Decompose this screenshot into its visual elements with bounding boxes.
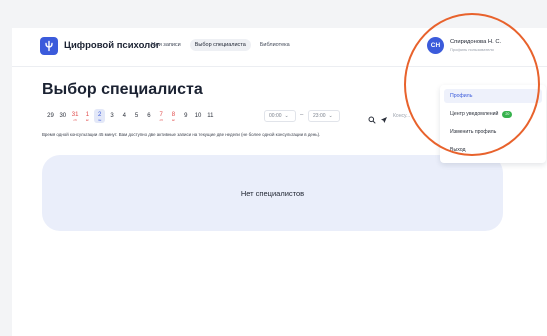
date-day: 30 bbox=[59, 113, 67, 119]
date-item[interactable]: 30 bbox=[57, 109, 68, 123]
date-weekday: вс bbox=[85, 117, 89, 122]
menu-item-profile[interactable]: Профиль bbox=[444, 89, 542, 103]
time-range-dash: – bbox=[300, 112, 304, 118]
top-bar: Цифровой психолог Мои записи Выбор специ… bbox=[12, 28, 547, 67]
date-day: 6 bbox=[147, 113, 151, 119]
menu-item-edit-profile[interactable]: Изменить профиль bbox=[444, 125, 542, 139]
notification-badge: 20 bbox=[502, 110, 513, 118]
date-day: 10 bbox=[194, 113, 202, 119]
date-day: 29 bbox=[47, 113, 54, 119]
info-note: Время одной консультации 45 минут. Вам д… bbox=[42, 132, 321, 137]
time-to-select[interactable]: 23:00 ⌄ bbox=[308, 110, 340, 122]
menu-item-label: Профиль bbox=[450, 93, 473, 99]
date-weekday: пн bbox=[98, 117, 102, 122]
date-item[interactable]: 3 bbox=[106, 109, 117, 123]
date-item[interactable]: 4 bbox=[119, 109, 130, 123]
empty-state-card: Нет специалистов bbox=[42, 155, 503, 231]
main-nav: Мои записи Выбор специалиста Библиотека bbox=[146, 39, 295, 51]
nav-choose-specialist[interactable]: Выбор специалиста bbox=[189, 39, 251, 51]
empty-state-text: Нет специалистов bbox=[240, 188, 305, 198]
logo-icon[interactable] bbox=[40, 37, 58, 55]
page: Цифровой психолог Мои записи Выбор специ… bbox=[12, 28, 547, 336]
date-item[interactable]: 31 сб bbox=[70, 109, 81, 123]
chevron-down-icon: ⌄ bbox=[284, 113, 289, 119]
date-item[interactable]: 5 bbox=[131, 109, 142, 123]
time-from-value: 00:00 bbox=[269, 113, 282, 119]
date-item[interactable]: 8 вс bbox=[168, 109, 179, 123]
date-weekday: вс bbox=[171, 117, 175, 122]
menu-item-label: Изменить профиль bbox=[450, 129, 497, 135]
date-day: 11 bbox=[207, 113, 214, 119]
send-icon[interactable] bbox=[380, 111, 388, 129]
menu-item-logout[interactable]: Выход bbox=[444, 143, 542, 157]
profile-menu: Профиль Центр уведомлений 20 Изменить пр… bbox=[440, 85, 546, 163]
date-item[interactable]: 11 bbox=[205, 109, 216, 123]
time-to-value: 23:00 bbox=[313, 113, 326, 119]
avatar[interactable]: СН bbox=[427, 37, 444, 54]
date-day: 3 bbox=[110, 113, 114, 119]
menu-item-notifications[interactable]: Центр уведомлений 20 bbox=[444, 107, 542, 121]
date-picker: 29 30 31 сб 1 вс 2 пн 3 4 5 6 7 сб 8 вс 9 10 … bbox=[45, 109, 217, 123]
page-title: Выбор специалиста bbox=[42, 81, 203, 98]
nav-my-appointments[interactable]: Мои записи bbox=[146, 39, 186, 51]
menu-item-label: Выход bbox=[450, 147, 466, 153]
date-weekday: сб bbox=[159, 117, 163, 122]
search-icon[interactable] bbox=[368, 111, 376, 129]
date-item[interactable]: 10 bbox=[193, 109, 204, 123]
date-day: 4 bbox=[122, 113, 126, 119]
chevron-down-icon: ⌄ bbox=[328, 113, 333, 119]
date-item[interactable]: 6 bbox=[143, 109, 154, 123]
date-item[interactable]: 9 bbox=[180, 109, 191, 123]
user-name[interactable]: Спиридонова Н. С. bbox=[450, 39, 501, 45]
consultation-filter[interactable]: Консу... bbox=[393, 113, 410, 119]
date-item[interactable]: 1 вс bbox=[82, 109, 93, 123]
date-day: 9 bbox=[184, 113, 188, 119]
user-role: Профиль пользователя bbox=[450, 47, 494, 52]
date-weekday: сб bbox=[73, 117, 77, 122]
date-day: 5 bbox=[134, 113, 139, 119]
date-item-selected[interactable]: 2 пн bbox=[94, 109, 106, 123]
date-item[interactable]: 29 bbox=[45, 109, 56, 123]
nav-library[interactable]: Библиотека bbox=[255, 39, 295, 51]
time-from-select[interactable]: 00:00 ⌄ bbox=[264, 110, 296, 122]
date-item[interactable]: 7 сб bbox=[156, 109, 167, 123]
menu-item-label: Центр уведомлений bbox=[450, 111, 499, 117]
